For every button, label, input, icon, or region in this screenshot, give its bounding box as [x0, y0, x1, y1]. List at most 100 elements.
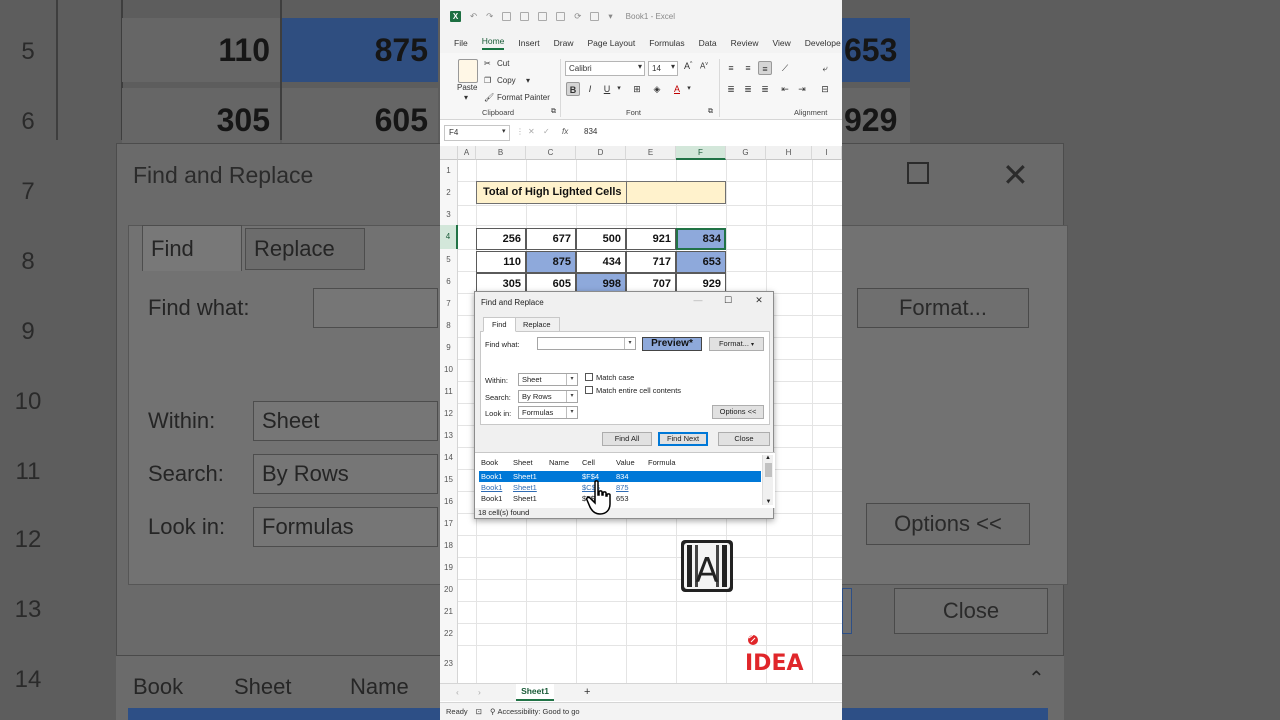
table-icon[interactable]	[556, 12, 566, 21]
undo-icon[interactable]: ↶	[470, 11, 477, 22]
row-header[interactable]: 19	[440, 557, 458, 579]
fill-color-icon[interactable]: ◈	[650, 82, 664, 96]
row-header-selected[interactable]: 4	[440, 225, 458, 249]
scroll-tabs-right-icon[interactable]: ›	[478, 687, 481, 697]
row-header[interactable]: 2	[440, 181, 458, 205]
find-all-button[interactable]: Find All	[602, 432, 652, 446]
row-header[interactable]: 15	[440, 469, 458, 491]
scroll-down-icon[interactable]: ▼	[763, 499, 774, 505]
align-left-icon[interactable]: ≣	[724, 82, 738, 96]
decrease-font-icon[interactable]: Av	[700, 61, 708, 71]
tab-replace[interactable]: Replace	[514, 317, 560, 332]
results-col-formula[interactable]: Formula	[648, 458, 676, 467]
results-col-name[interactable]: Name	[549, 458, 569, 467]
tab-find[interactable]: Find	[483, 317, 516, 332]
lookin-dropdown-icon[interactable]: ▾	[566, 407, 577, 418]
row-header[interactable]: 14	[440, 447, 458, 469]
decrease-indent-icon[interactable]: ⇤	[778, 82, 792, 96]
row-header[interactable]: 13	[440, 425, 458, 447]
italic-button[interactable]: I	[583, 82, 597, 96]
increase-font-icon[interactable]: A^	[684, 61, 692, 71]
tab-view[interactable]: View	[773, 38, 791, 48]
row-header[interactable]: 11	[440, 381, 458, 403]
help-icon[interactable]: —	[691, 295, 705, 305]
result-row[interactable]: Book1 Sheet1 $C$5 875	[479, 482, 761, 493]
row-header[interactable]: 17	[440, 513, 458, 535]
row-header[interactable]: 23	[440, 645, 458, 683]
font-color-dropdown-icon[interactable]: ▾	[682, 82, 696, 96]
macro-record-icon[interactable]: ⊡	[476, 707, 482, 716]
options-button[interactable]: Options <<	[712, 405, 764, 419]
find-what-input[interactable]: ▾	[537, 337, 636, 350]
column-header[interactable]: I	[812, 146, 842, 160]
table-cell-highlighted[interactable]: 653	[676, 251, 726, 273]
scroll-up-icon[interactable]: ▲	[763, 455, 773, 461]
font-launcher-icon[interactable]: ⧉	[708, 108, 713, 116]
tab-home[interactable]: Home	[481, 36, 505, 50]
merge-center-icon[interactable]: ⊟	[818, 82, 832, 96]
column-header[interactable]: H	[766, 146, 812, 160]
insert-function-icon[interactable]: fx	[562, 127, 568, 136]
lookin-select[interactable]: Formulas ▾	[518, 406, 578, 419]
name-box[interactable]: F4	[444, 125, 510, 141]
match-case-checkbox[interactable]	[585, 373, 593, 381]
find-what-dropdown-icon[interactable]: ▾	[624, 338, 635, 349]
borders-icon[interactable]: ⊞	[630, 82, 644, 96]
tab-file[interactable]: File	[454, 38, 468, 48]
match-entire-checkbox[interactable]	[585, 386, 593, 394]
paste-dropdown-icon[interactable]: ▾	[464, 93, 468, 102]
row-header[interactable]: 5	[440, 249, 458, 271]
row-header[interactable]: 16	[440, 491, 458, 513]
status-accessibility[interactable]: Accessibility: Good to go	[497, 707, 579, 716]
column-header-selected[interactable]: F	[676, 146, 726, 160]
customize-qat-icon[interactable]: ▾	[608, 11, 612, 22]
column-header[interactable]: C	[526, 146, 576, 160]
cut-button[interactable]: Cut	[497, 59, 509, 68]
font-size-dropdown-icon[interactable]: ▾	[671, 62, 675, 71]
find-next-button[interactable]: Find Next	[658, 432, 708, 446]
font-name-dropdown-icon[interactable]: ▾	[638, 62, 642, 71]
bold-button[interactable]: B	[566, 82, 580, 96]
form-icon[interactable]	[590, 12, 600, 21]
underline-dropdown-icon[interactable]: ▾	[612, 82, 626, 96]
result-row[interactable]: Book1 Sheet1 $F$5 653	[479, 493, 761, 504]
close-button[interactable]: Close	[718, 432, 770, 446]
within-dropdown-icon[interactable]: ▾	[566, 374, 577, 385]
sheet-tab-sheet1[interactable]: Sheet1	[516, 684, 554, 701]
row-header[interactable]: 7	[440, 293, 458, 315]
table-cell[interactable]: 500	[576, 228, 626, 250]
tab-developer[interactable]: Develope	[805, 38, 841, 48]
scroll-thumb[interactable]	[764, 463, 772, 477]
formula-input[interactable]: 834	[584, 127, 597, 136]
row-header[interactable]: 22	[440, 623, 458, 645]
paste-button[interactable]: Paste	[457, 83, 477, 92]
format-painter-button[interactable]: Format Painter	[497, 93, 550, 102]
table-cell[interactable]: 717	[626, 251, 676, 273]
results-col-sheet[interactable]: Sheet	[513, 458, 533, 467]
table-cell[interactable]: 921	[626, 228, 676, 250]
table-cell[interactable]: 110	[476, 251, 526, 273]
paste-icon[interactable]	[458, 59, 478, 83]
table-cell-highlighted[interactable]: 834	[676, 228, 726, 250]
results-col-value[interactable]: Value	[616, 458, 635, 467]
confirm-entry-icon[interactable]: ✓	[543, 127, 550, 136]
row-header[interactable]: 10	[440, 359, 458, 381]
redo-icon[interactable]: ↷	[486, 11, 493, 22]
new-sheet-button[interactable]: +	[584, 686, 590, 698]
column-header[interactable]: G	[726, 146, 766, 160]
tab-draw[interactable]: Draw	[554, 38, 574, 48]
column-header[interactable]: B	[476, 146, 526, 160]
name-box-dropdown-icon[interactable]: ▾	[502, 127, 506, 135]
scroll-tabs-left-icon[interactable]: ‹	[456, 687, 459, 697]
tab-page-layout[interactable]: Page Layout	[588, 38, 636, 48]
align-center-icon[interactable]: ≣	[741, 82, 755, 96]
row-header[interactable]: 12	[440, 403, 458, 425]
font-name-select[interactable]: Calibri	[565, 61, 645, 76]
copy-button[interactable]: Copy	[497, 76, 516, 85]
column-header[interactable]: E	[626, 146, 676, 160]
tab-data[interactable]: Data	[699, 38, 717, 48]
tab-review[interactable]: Review	[731, 38, 759, 48]
results-col-cell[interactable]: Cell	[582, 458, 595, 467]
table-cell[interactable]: 256	[476, 228, 526, 250]
clipboard-launcher-icon[interactable]: ⧉	[551, 108, 556, 116]
